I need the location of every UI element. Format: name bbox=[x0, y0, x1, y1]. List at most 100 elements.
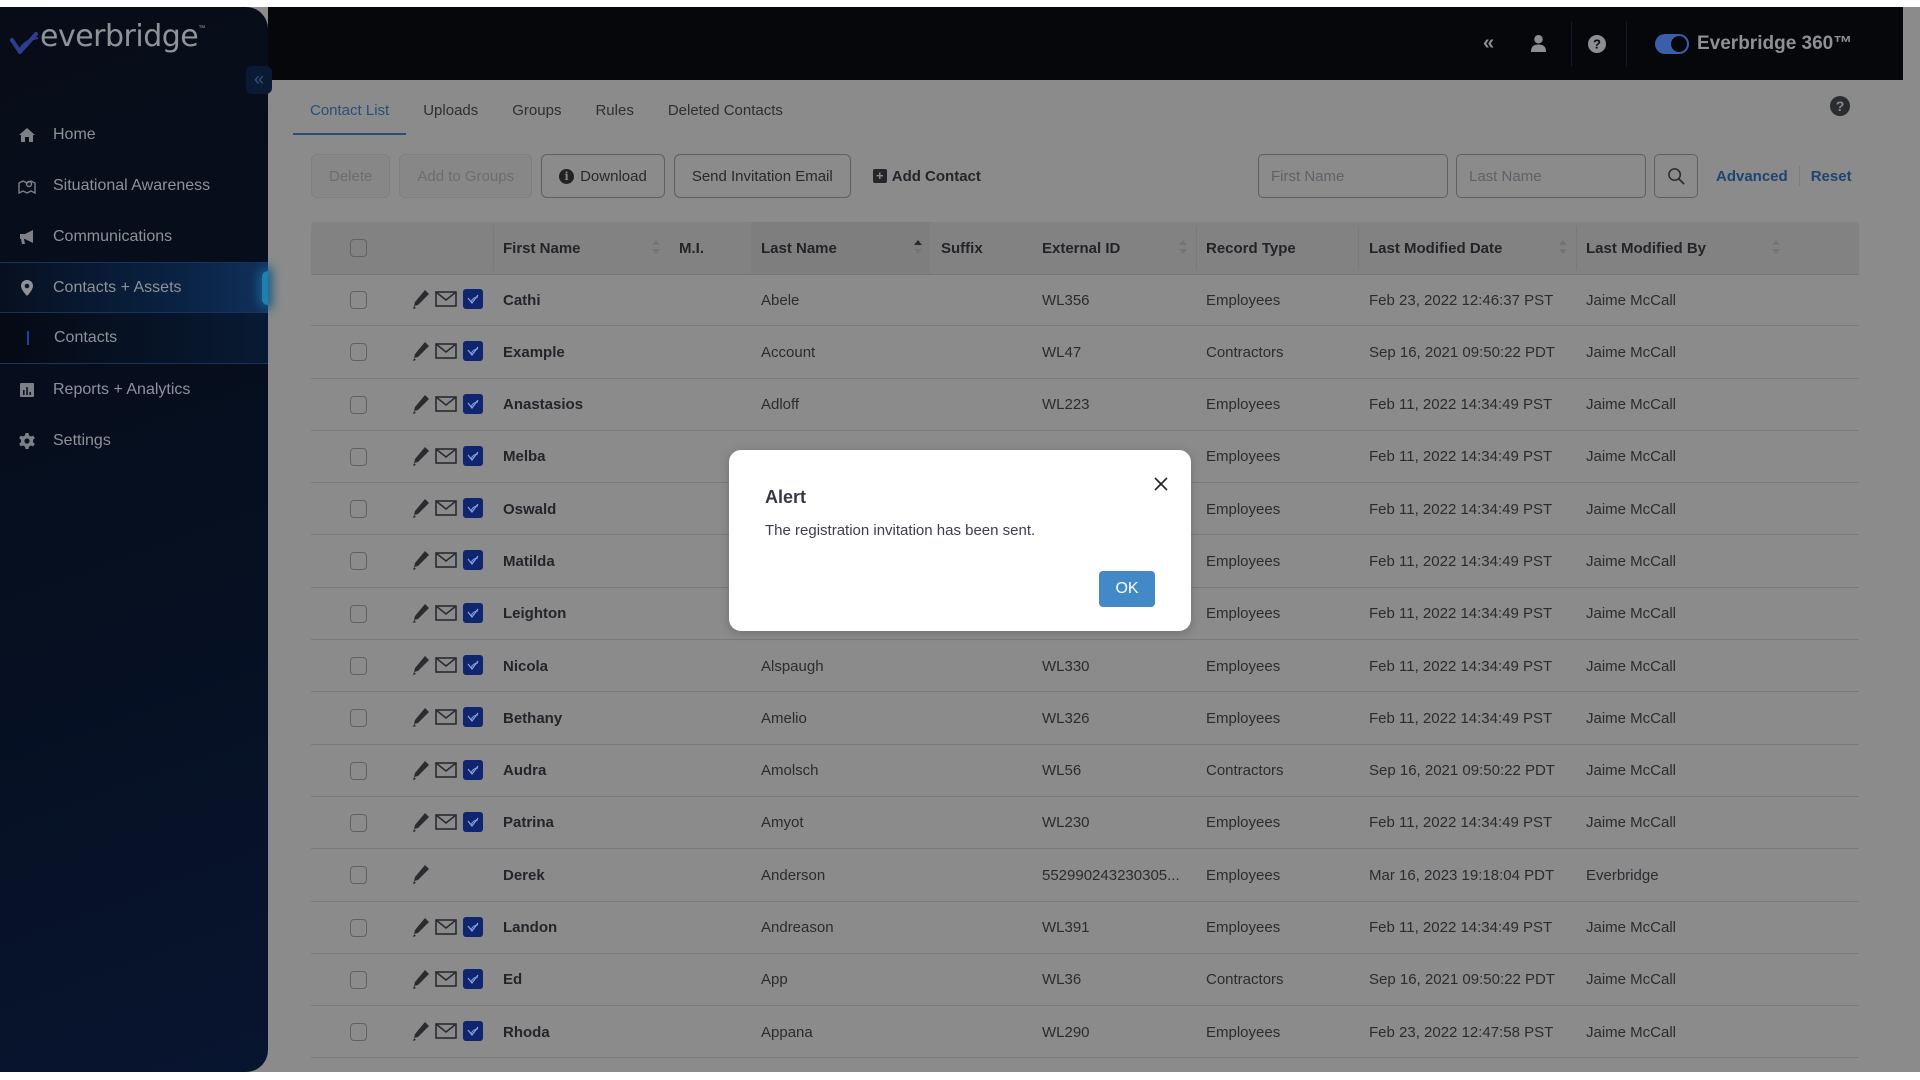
row-checkbox[interactable] bbox=[350, 813, 367, 832]
add-to-groups-button[interactable]: Add to Groups bbox=[399, 154, 533, 198]
column-header-external-id[interactable]: External ID bbox=[1032, 222, 1195, 274]
user-menu-button[interactable] bbox=[1530, 7, 1547, 80]
column-header-first-name[interactable]: First Name bbox=[493, 222, 668, 274]
everbridge-app-icon[interactable] bbox=[463, 602, 483, 623]
edit-icon[interactable] bbox=[411, 811, 431, 833]
row-checkbox[interactable] bbox=[350, 918, 367, 937]
everbridge-logo[interactable]: everbridge ™ bbox=[10, 19, 205, 54]
email-icon[interactable] bbox=[435, 342, 457, 360]
table-row[interactable]: Example Account WL47 Contractors Sep 16, 202… bbox=[311, 326, 1859, 379]
sidebar-item-settings[interactable]: Settings bbox=[0, 415, 268, 466]
tab-rules[interactable]: Rules bbox=[578, 94, 650, 135]
edit-icon[interactable] bbox=[411, 968, 431, 990]
column-header-last-name[interactable]: Last Name bbox=[751, 222, 930, 274]
email-icon[interactable] bbox=[435, 395, 457, 413]
column-header-last-modified-by[interactable]: Last Modified By bbox=[1576, 222, 1788, 274]
row-checkbox[interactable] bbox=[350, 500, 367, 519]
reset-link[interactable]: Reset bbox=[1811, 168, 1852, 185]
send-invitation-email-button[interactable]: Send Invitation Email bbox=[673, 154, 851, 198]
table-row[interactable]: Landon Andreason WL391 Employees Feb 11, 202… bbox=[311, 902, 1859, 954]
table-row[interactable]: Rhoda Appana WL290 Employees Feb 23, 2022 12… bbox=[311, 1006, 1859, 1059]
email-icon[interactable] bbox=[435, 918, 457, 936]
edit-icon[interactable] bbox=[411, 549, 431, 571]
row-checkbox[interactable] bbox=[350, 1023, 367, 1042]
row-checkbox[interactable] bbox=[350, 291, 367, 309]
table-row[interactable]: Ed App WL36 Contractors Sep 16, 2021 09:50:2… bbox=[311, 954, 1859, 1007]
row-checkbox[interactable] bbox=[350, 395, 367, 414]
edit-icon[interactable] bbox=[411, 393, 431, 415]
table-row[interactable]: Cathi Abele WL356 Employees Feb 23, 2022 12:… bbox=[311, 274, 1859, 327]
row-checkbox[interactable] bbox=[350, 866, 367, 885]
sidebar-item-situational-awareness[interactable]: Situational Awareness bbox=[0, 160, 268, 211]
table-row[interactable]: Nicola Alspaugh WL330 Employees Feb 11, 2022… bbox=[311, 640, 1859, 693]
everbridge-app-icon[interactable] bbox=[463, 916, 483, 937]
tab-contact-list[interactable]: Contact List bbox=[293, 94, 407, 135]
row-checkbox[interactable] bbox=[350, 709, 367, 728]
collapse-all-button[interactable]: « bbox=[1483, 7, 1494, 80]
email-icon[interactable] bbox=[435, 1022, 457, 1040]
row-checkbox[interactable] bbox=[350, 343, 367, 362]
edit-icon[interactable] bbox=[411, 497, 431, 519]
table-row[interactable]: Derek Anderson 552990243230305... Employees… bbox=[311, 849, 1859, 902]
row-checkbox[interactable] bbox=[350, 604, 367, 623]
product-toggle[interactable] bbox=[1655, 33, 1689, 54]
close-icon[interactable] bbox=[1152, 475, 1170, 493]
sidebar-collapse-button[interactable]: « bbox=[246, 66, 272, 94]
delete-button[interactable]: Delete bbox=[311, 154, 391, 198]
add-contact-button[interactable]: + Add Contact bbox=[872, 168, 981, 185]
email-icon[interactable] bbox=[435, 970, 457, 988]
email-icon[interactable] bbox=[435, 656, 457, 674]
everbridge-app-icon[interactable] bbox=[463, 655, 483, 676]
row-checkbox[interactable] bbox=[350, 552, 367, 571]
sidebar-item-contacts[interactable]: Contacts bbox=[0, 313, 268, 364]
page-help-icon[interactable]: ? bbox=[1830, 96, 1850, 116]
sidebar-item-home[interactable]: Home bbox=[0, 109, 268, 160]
column-header-last-modified-date[interactable]: Last Modified Date bbox=[1359, 222, 1575, 274]
edit-icon[interactable] bbox=[411, 863, 431, 885]
tab-uploads[interactable]: Uploads bbox=[406, 94, 495, 135]
everbridge-app-icon[interactable] bbox=[463, 968, 483, 989]
everbridge-app-icon[interactable] bbox=[463, 393, 483, 414]
email-icon[interactable] bbox=[435, 447, 457, 465]
edit-icon[interactable] bbox=[411, 759, 431, 781]
tab-deleted-contacts[interactable]: Deleted Contacts bbox=[651, 94, 800, 135]
edit-icon[interactable] bbox=[411, 916, 431, 938]
email-icon[interactable] bbox=[435, 813, 457, 831]
edit-icon[interactable] bbox=[411, 706, 431, 728]
sidebar-item-communications[interactable]: Communications bbox=[0, 211, 268, 262]
help-button[interactable]: ? bbox=[1588, 7, 1606, 80]
table-row[interactable]: Audra Amolsch WL56 Contractors Sep 16, 2021 … bbox=[311, 745, 1859, 797]
tab-groups[interactable]: Groups bbox=[495, 94, 578, 135]
last-name-search-input[interactable] bbox=[1456, 154, 1646, 198]
email-icon[interactable] bbox=[435, 290, 457, 308]
edit-icon[interactable] bbox=[411, 654, 431, 676]
email-icon[interactable] bbox=[435, 708, 457, 726]
everbridge-app-icon[interactable] bbox=[463, 759, 483, 780]
download-button[interactable]: i Download bbox=[541, 154, 665, 198]
everbridge-app-icon[interactable] bbox=[463, 498, 483, 519]
table-row[interactable]: Patrina Amyot WL230 Employees Feb 11, 2022 1… bbox=[311, 797, 1859, 850]
select-all-checkbox[interactable] bbox=[350, 239, 367, 257]
everbridge-app-icon[interactable] bbox=[463, 811, 483, 832]
first-name-search-input[interactable] bbox=[1258, 154, 1448, 198]
sidebar-item-contacts-assets[interactable]: Contacts + Assets bbox=[0, 262, 268, 313]
everbridge-360-switch[interactable]: Everbridge 360™ bbox=[1655, 7, 1852, 80]
table-row[interactable]: Bethany Amelio WL326 Employees Feb 11, 2022 … bbox=[311, 692, 1859, 745]
everbridge-app-icon[interactable] bbox=[463, 1021, 483, 1042]
row-checkbox[interactable] bbox=[350, 657, 367, 676]
edit-icon[interactable] bbox=[411, 445, 431, 467]
everbridge-app-icon[interactable] bbox=[463, 341, 483, 362]
everbridge-app-icon[interactable] bbox=[463, 445, 483, 466]
search-button[interactable] bbox=[1654, 154, 1698, 198]
everbridge-app-icon[interactable] bbox=[463, 289, 483, 309]
email-icon[interactable] bbox=[435, 499, 457, 517]
row-checkbox[interactable] bbox=[350, 761, 367, 780]
email-icon[interactable] bbox=[435, 604, 457, 622]
everbridge-app-icon[interactable] bbox=[463, 707, 483, 728]
sidebar-item-reports-analytics[interactable]: Reports + Analytics bbox=[0, 364, 268, 415]
ok-button[interactable]: OK bbox=[1099, 571, 1155, 607]
edit-icon[interactable] bbox=[411, 1020, 431, 1042]
row-checkbox[interactable] bbox=[350, 970, 367, 989]
advanced-search-link[interactable]: Advanced bbox=[1716, 168, 1788, 185]
everbridge-app-icon[interactable] bbox=[463, 550, 483, 571]
